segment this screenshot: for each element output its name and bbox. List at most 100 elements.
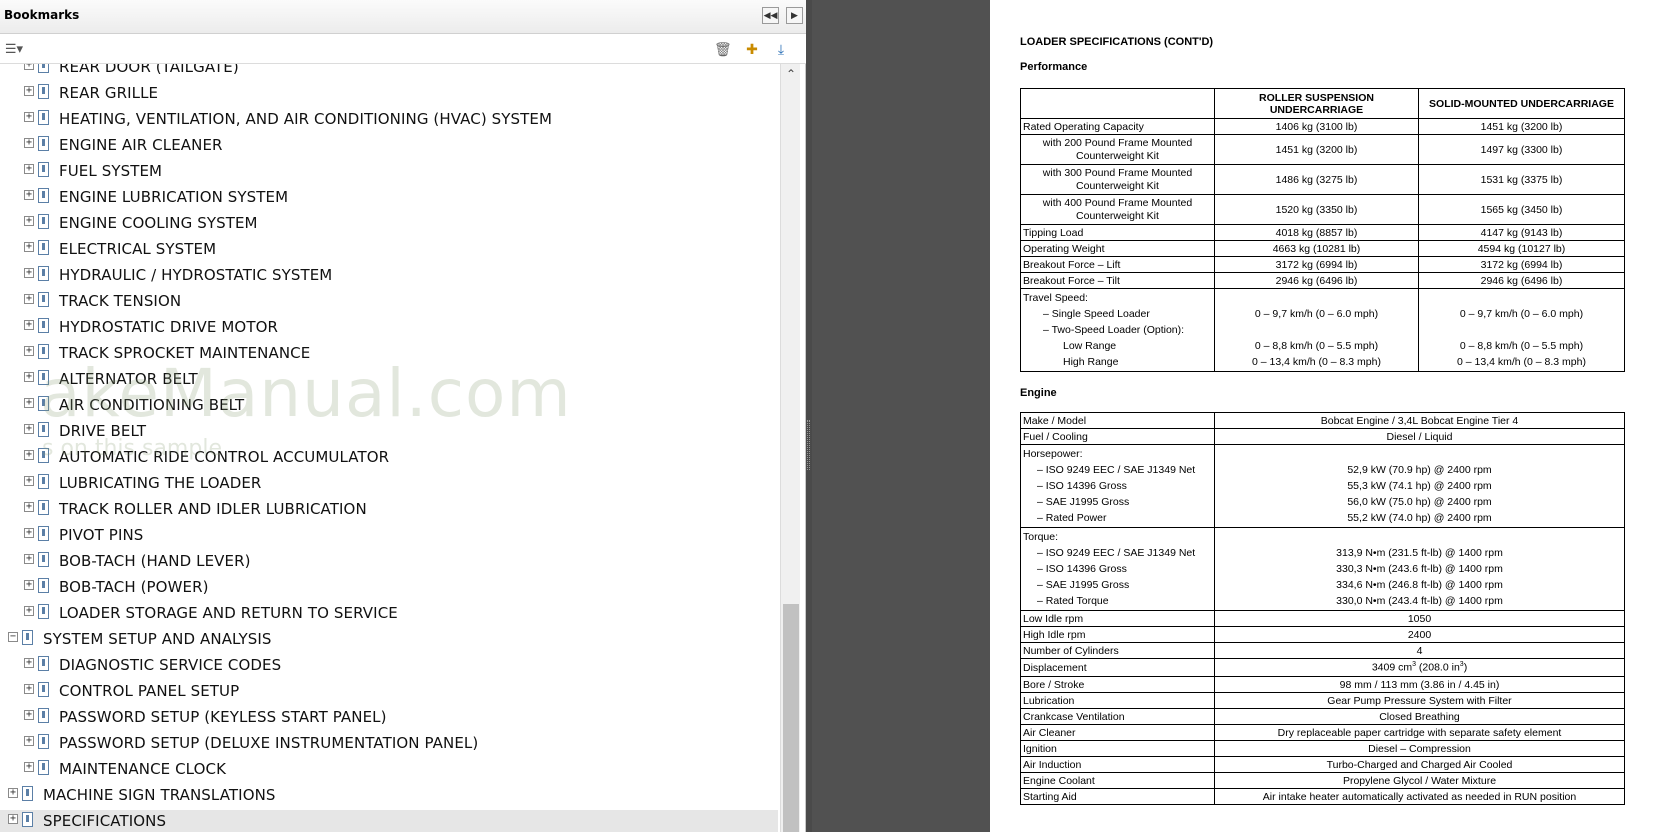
delete-bookmark-icon[interactable]: 🗑 (714, 41, 732, 57)
bookmark-item[interactable]: + HEATING, VENTILATION, AND AIR CONDITION… (0, 108, 778, 134)
expand-panel-icon[interactable]: ▶ (786, 7, 803, 24)
collapse-toggle-icon[interactable]: − (8, 632, 18, 642)
expand-toggle-icon[interactable]: + (24, 476, 34, 486)
expand-toggle-icon[interactable]: + (24, 424, 34, 434)
bookmark-icon (38, 214, 49, 229)
table-row: Horsepower: – ISO 9249 EEC / SAE J1349 N… (1020, 444, 1625, 528)
bookmark-label: HYDRAULIC / HYDROSTATIC SYSTEM (59, 266, 333, 284)
expand-toggle-icon[interactable]: + (24, 658, 34, 668)
bookmark-icon (38, 396, 49, 411)
bookmark-label: REAR DOOR (TAILGATE) (59, 64, 239, 76)
table-row: Rated Operating Capacity 1406 kg (3100 l… (1020, 118, 1625, 135)
bookmark-item[interactable]: + HYDRAULIC / HYDROSTATIC SYSTEM (0, 264, 778, 290)
expand-toggle-icon[interactable]: + (24, 268, 34, 278)
scroll-thumb[interactable] (783, 604, 799, 832)
bookmark-item[interactable]: + AIR CONDITIONING BELT (0, 394, 778, 420)
bookmark-item[interactable]: + SPECIFICATIONS (0, 810, 778, 832)
expand-toggle-icon[interactable]: + (24, 528, 34, 538)
bookmark-icon (38, 84, 49, 99)
expand-toggle-icon[interactable]: + (24, 580, 34, 590)
expand-toggle-icon[interactable]: + (24, 762, 34, 772)
bookmark-icon (38, 422, 49, 437)
expand-toggle-icon[interactable]: + (24, 736, 34, 746)
expand-toggle-icon[interactable]: + (24, 502, 34, 512)
bookmark-label: TRACK ROLLER AND IDLER LUBRICATION (59, 500, 367, 518)
bookmark-item[interactable]: + BOB-TACH (HAND LEVER) (0, 550, 778, 576)
bookmarks-scrollbar[interactable]: ⌃ (780, 64, 800, 832)
bookmark-icon (38, 734, 49, 749)
bookmark-item[interactable]: + ENGINE AIR CLEANER (0, 134, 778, 160)
bookmark-item[interactable]: + LOADER STORAGE AND RETURN TO SERVICE (0, 602, 778, 628)
bookmark-item[interactable]: + HYDROSTATIC DRIVE MOTOR (0, 316, 778, 342)
table-row: with 300 Pound Frame Mounted Counterweig… (1020, 164, 1625, 195)
bookmark-item[interactable]: + ENGINE COOLING SYSTEM (0, 212, 778, 238)
bookmark-item[interactable]: − SYSTEM SETUP AND ANALYSIS (0, 628, 778, 654)
bookmark-item[interactable]: + TRACK SPROCKET MAINTENANCE (0, 342, 778, 368)
bookmark-icon (22, 630, 33, 645)
bookmark-item[interactable]: + DIAGNOSTIC SERVICE CODES (0, 654, 778, 680)
bookmark-item[interactable]: + TRACK TENSION (0, 290, 778, 316)
bookmark-item[interactable]: + REAR GRILLE (0, 82, 778, 108)
expand-toggle-icon[interactable]: + (24, 86, 34, 96)
expand-bookmark-icon[interactable]: ⤓ (773, 41, 789, 57)
expand-toggle-icon[interactable]: + (8, 788, 18, 798)
expand-toggle-icon[interactable]: + (24, 450, 34, 460)
expand-toggle-icon[interactable]: + (24, 138, 34, 148)
bookmark-icon (38, 110, 49, 125)
bookmark-item[interactable]: + PASSWORD SETUP (KEYLESS START PANEL) (0, 706, 778, 732)
bookmark-item[interactable]: + REAR DOOR (TAILGATE) (0, 64, 778, 82)
new-bookmark-icon[interactable]: ✚ (744, 41, 760, 57)
bookmark-icon (38, 708, 49, 723)
bookmark-icon (38, 344, 49, 359)
bookmark-item[interactable]: + TRACK ROLLER AND IDLER LUBRICATION (0, 498, 778, 524)
bookmark-item[interactable]: + CONTROL PANEL SETUP (0, 680, 778, 706)
bookmark-item[interactable]: + FUEL SYSTEM (0, 160, 778, 186)
bookmark-icon (38, 474, 49, 489)
options-menu-icon[interactable]: ☰▾ (2, 41, 26, 57)
bookmark-item[interactable]: + LUBRICATING THE LOADER (0, 472, 778, 498)
bookmark-item[interactable]: + MACHINE SIGN TRANSLATIONS (0, 784, 778, 810)
bookmark-icon (22, 786, 33, 801)
bookmark-item[interactable]: + DRIVE BELT (0, 420, 778, 446)
bookmark-label: HYDROSTATIC DRIVE MOTOR (59, 318, 279, 336)
bookmark-item[interactable]: + ELECTRICAL SYSTEM (0, 238, 778, 264)
expand-toggle-icon[interactable]: + (24, 320, 34, 330)
collapse-panel-icon[interactable]: ◀◀ (762, 7, 779, 24)
bookmark-item[interactable]: + PASSWORD SETUP (DELUXE INSTRUMENTATION … (0, 732, 778, 758)
expand-toggle-icon[interactable]: + (24, 710, 34, 720)
table-row: Air Induction Turbo-Charged and Charged … (1020, 756, 1625, 773)
expand-toggle-icon[interactable]: + (8, 814, 18, 824)
bookmark-icon (38, 552, 49, 567)
table-row: Bore / Stroke 98 mm / 113 mm (3.86 in / … (1020, 676, 1625, 693)
document-background (812, 0, 990, 832)
expand-toggle-icon[interactable]: + (24, 190, 34, 200)
bookmark-item[interactable]: + BOB-TACH (POWER) (0, 576, 778, 602)
bookmark-item[interactable]: + ALTERNATOR BELT (0, 368, 778, 394)
table-row: Ignition Diesel – Compression (1020, 740, 1625, 757)
bookmark-item[interactable]: + MAINTENANCE CLOCK (0, 758, 778, 784)
expand-toggle-icon[interactable]: + (24, 164, 34, 174)
bookmark-item[interactable]: + ENGINE LUBRICATION SYSTEM (0, 186, 778, 212)
expand-toggle-icon[interactable]: + (24, 216, 34, 226)
expand-toggle-icon[interactable]: + (24, 112, 34, 122)
bookmark-icon (38, 682, 49, 697)
splitter-grip[interactable] (807, 420, 810, 470)
bookmark-label: SYSTEM SETUP AND ANALYSIS (43, 630, 272, 648)
scroll-up-arrow-icon[interactable]: ⌃ (781, 64, 801, 84)
performance-title: Performance (1020, 61, 1088, 73)
expand-toggle-icon[interactable]: + (24, 242, 34, 252)
table-row: Lubrication Gear Pump Pressure System wi… (1020, 692, 1625, 709)
expand-toggle-icon[interactable]: + (24, 684, 34, 694)
bookmark-item[interactable]: + AUTOMATIC RIDE CONTROL ACCUMULATOR (0, 446, 778, 472)
expand-toggle-icon[interactable]: + (24, 346, 34, 356)
bookmark-label: BOB-TACH (POWER) (59, 578, 209, 596)
bookmark-item[interactable]: + PIVOT PINS (0, 524, 778, 550)
expand-toggle-icon[interactable]: + (24, 606, 34, 616)
expand-toggle-icon[interactable]: + (24, 554, 34, 564)
bookmark-label: LOADER STORAGE AND RETURN TO SERVICE (59, 604, 398, 622)
expand-toggle-icon[interactable]: + (24, 64, 34, 70)
expand-toggle-icon[interactable]: + (24, 372, 34, 382)
expand-toggle-icon[interactable]: + (24, 294, 34, 304)
table-row: Travel Speed: – Single Speed Loader – Tw… (1020, 288, 1625, 372)
expand-toggle-icon[interactable]: + (24, 398, 34, 408)
